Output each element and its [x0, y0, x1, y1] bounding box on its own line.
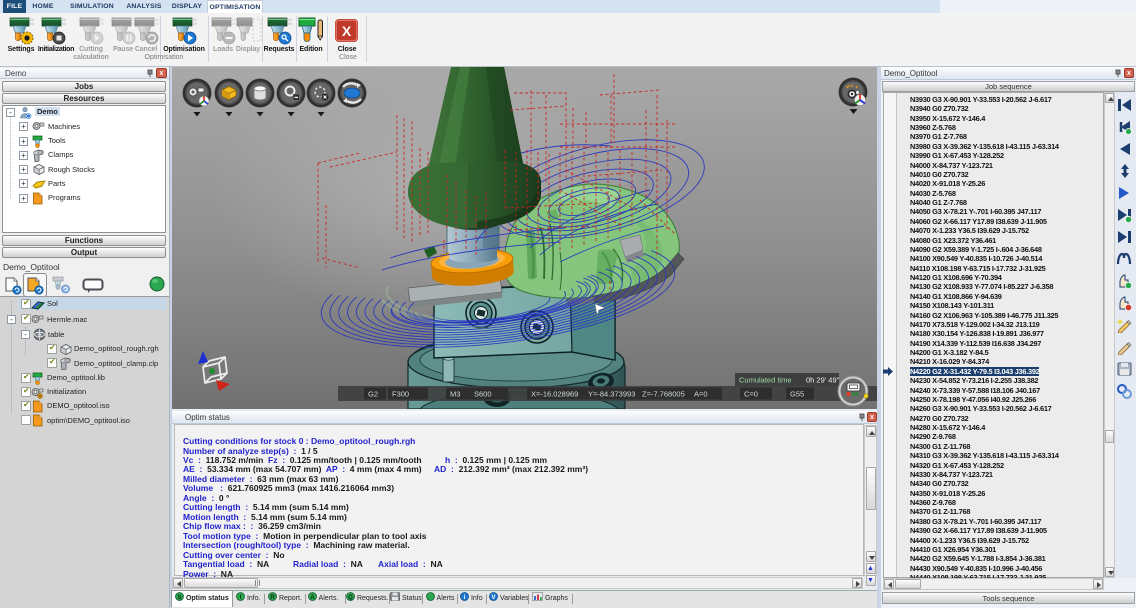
svg-text:X: X [342, 23, 352, 39]
svg-text:V: V [491, 595, 495, 601]
svg-text:Cumulated time: Cumulated time [739, 376, 792, 385]
svg-text:F300: F300 [392, 390, 409, 399]
svg-text:S: S [177, 595, 181, 601]
svg-text:A=0: A=0 [694, 390, 708, 399]
svg-text:G2: G2 [368, 390, 378, 399]
svg-text:X=-16.028969: X=-16.028969 [531, 390, 578, 399]
svg-text:A: A [310, 595, 315, 601]
svg-text:Y=-84.373993: Y=-84.373993 [588, 390, 635, 399]
svg-text:0h 29' 49": 0h 29' 49" [806, 376, 840, 385]
svg-text:G55: G55 [790, 390, 804, 399]
svg-text:R: R [270, 595, 275, 601]
svg-text:M3: M3 [450, 390, 460, 399]
svg-text:Z=-7.768005: Z=-7.768005 [642, 390, 685, 399]
svg-text:C=0: C=0 [744, 390, 758, 399]
svg-text:Q: Q [348, 595, 353, 601]
svg-text:S600: S600 [474, 390, 492, 399]
